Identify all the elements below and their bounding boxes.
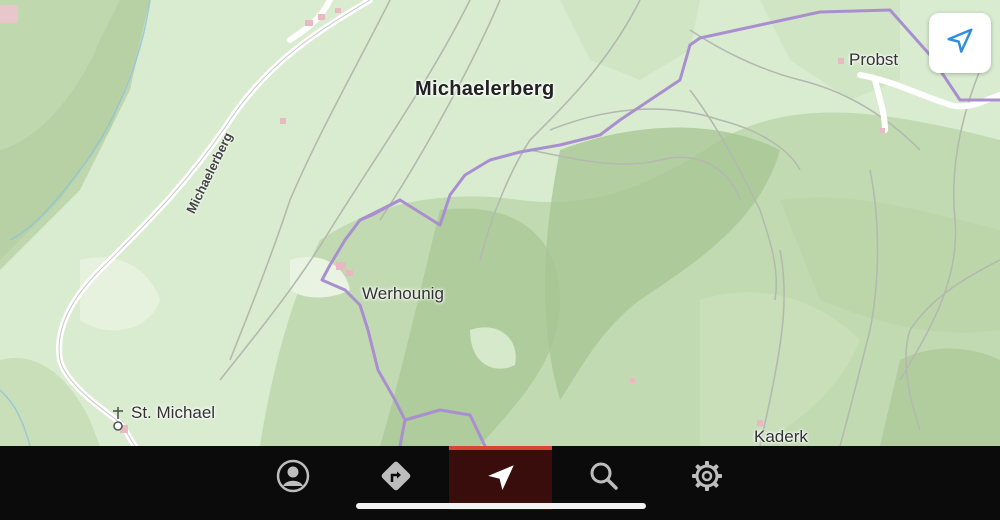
home-indicator bbox=[356, 503, 646, 509]
profile-icon bbox=[275, 458, 311, 499]
navigation-arrow-icon bbox=[484, 461, 518, 500]
gear-icon bbox=[689, 458, 725, 499]
tab-settings[interactable] bbox=[657, 446, 757, 510]
place-label-michaelerberg: Michaelerberg bbox=[415, 78, 555, 100]
place-label-st-michael: St. Michael bbox=[131, 403, 216, 422]
place-label-werhounig: Werhounig bbox=[362, 284, 444, 303]
tab-directions[interactable] bbox=[346, 446, 446, 510]
place-label-kaderk: Kaderk bbox=[754, 427, 808, 446]
locate-button[interactable] bbox=[929, 13, 991, 73]
map-app: Michaelerberg Probst Werhounig St. Micha… bbox=[0, 0, 1000, 520]
directions-icon bbox=[378, 458, 414, 499]
tab-search[interactable] bbox=[554, 446, 654, 510]
search-icon bbox=[586, 458, 622, 499]
navigation-arrow-icon bbox=[945, 26, 975, 61]
tab-profile[interactable] bbox=[243, 446, 343, 510]
place-label-probst: Probst bbox=[849, 50, 899, 69]
tab-navigate[interactable] bbox=[449, 446, 552, 510]
map-view[interactable]: Michaelerberg Probst Werhounig St. Micha… bbox=[0, 0, 1000, 446]
